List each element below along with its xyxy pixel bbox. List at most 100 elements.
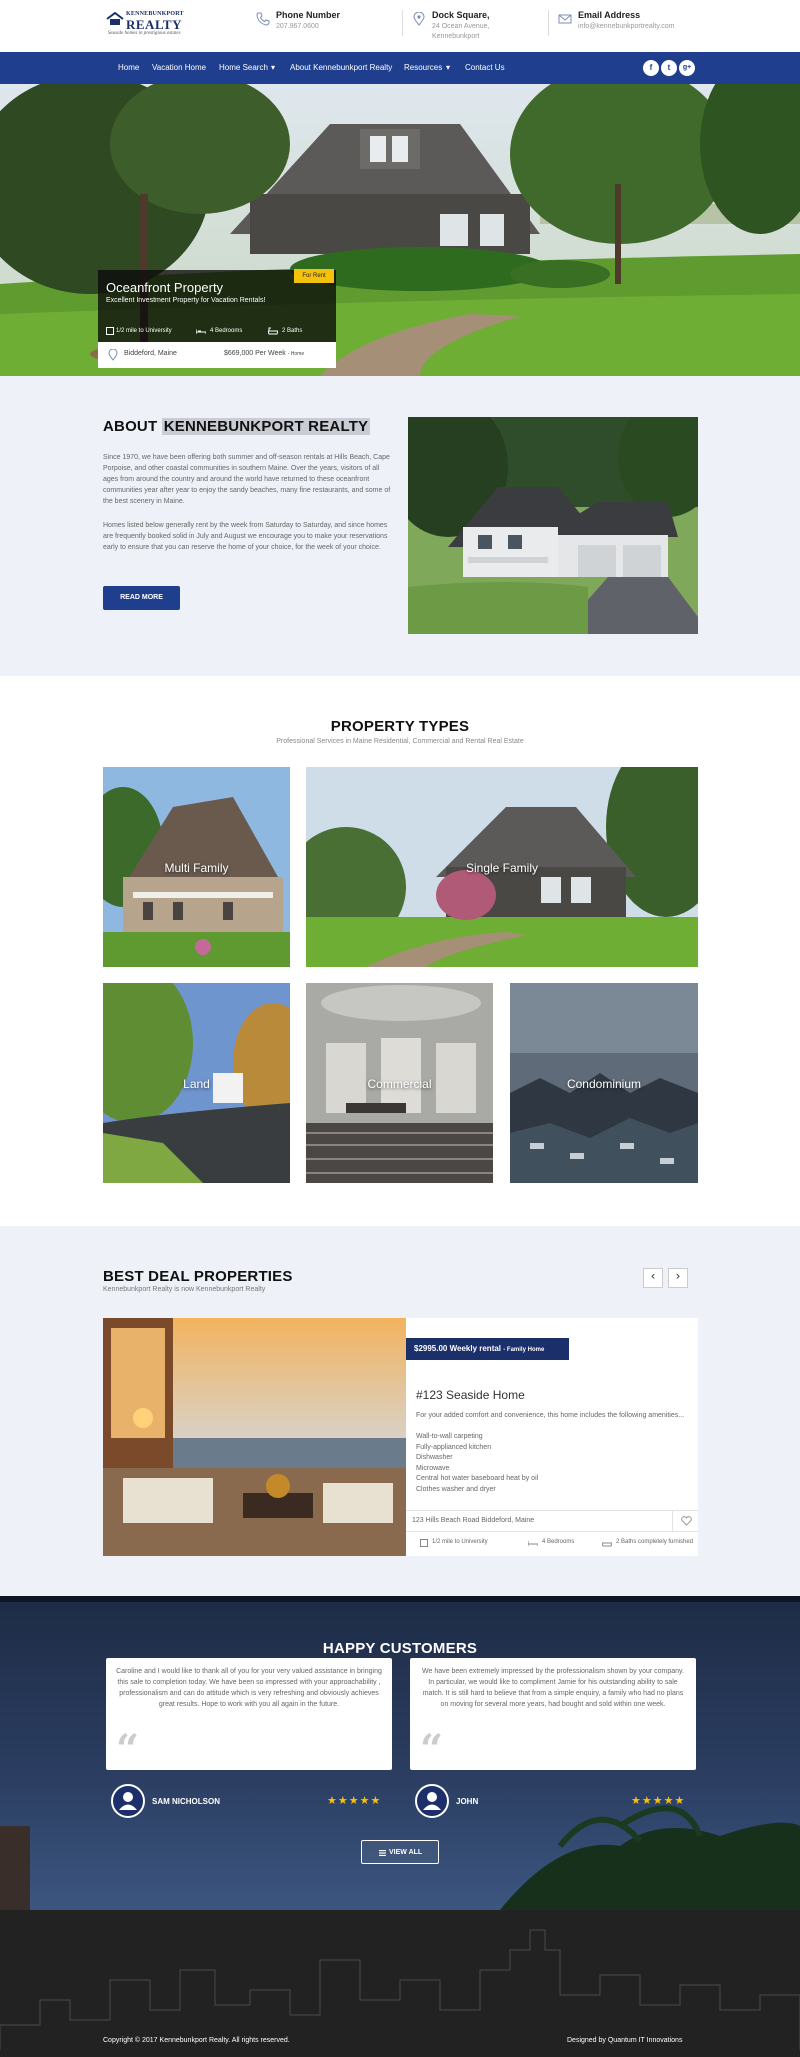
card-footer: Biddeford, Maine $669,000 Per Week - Hom… (98, 342, 336, 368)
heart-icon (681, 1516, 692, 1526)
tile-land[interactable]: Land (103, 983, 290, 1183)
ruler-icon (106, 327, 114, 335)
types-subtitle: Professional Services in Maine Residenti… (276, 738, 524, 745)
favorite-button[interactable] (672, 1511, 698, 1531)
about-house-image (408, 417, 698, 634)
tile-single-family[interactable]: Single Family (306, 767, 698, 967)
tile-condominium[interactable]: Condominium (510, 983, 698, 1183)
address-value: 24 Ocean Avenue, Kennebunkport (432, 23, 490, 40)
divider (406, 1531, 698, 1532)
bath-icon (268, 327, 278, 335)
testimonial-card: We have been extremely impressed by the … (410, 1658, 696, 1770)
bed-icon (528, 1541, 538, 1546)
property-price: $669,000 Per Week - Home (224, 350, 304, 357)
nav-home[interactable]: Home (118, 63, 139, 72)
phone-value: 207.967.0600 (276, 23, 319, 30)
google-plus-icon[interactable]: g+ (679, 60, 695, 76)
hero-banner: Oceanfront Property Excellent Investment… (0, 84, 800, 376)
address-title: Dock Square, (432, 10, 490, 20)
bed-icon (196, 329, 206, 334)
email-contact[interactable]: Email Address info@kennebunkportrealty.c… (558, 10, 708, 46)
read-more-button[interactable]: READ MORE (103, 586, 180, 610)
email-title: Email Address (578, 10, 641, 20)
deal-property-name: #123 Seaside Home (416, 1388, 525, 1402)
address-contact: Dock Square, 24 Ocean Avenue, Kennebunkp… (412, 10, 542, 46)
ruler-icon (420, 1539, 428, 1547)
customer-name: SAM NICHOLSON (152, 1797, 220, 1806)
about-title-highlight: KENNEBUNKPORT REALTY (161, 418, 371, 435)
customer-name: JOHN (456, 1797, 479, 1806)
customers-title: HAPPY CUSTOMERS (322, 1640, 478, 1657)
featured-property-card[interactable]: Oceanfront Property Excellent Investment… (98, 269, 336, 368)
quote-mark-icon: “ (420, 1726, 444, 1773)
twitter-icon[interactable]: t (661, 60, 677, 76)
amenity-item: Fully-applianced kitchen (416, 1443, 492, 1451)
carousel-prev-button[interactable]: ‹ (643, 1268, 663, 1288)
tile-label: Commercial (367, 1077, 432, 1091)
view-all-button[interactable]: VIEW ALL (361, 1840, 439, 1864)
designer-credit-link[interactable]: Designed by Quantum IT Innovations (567, 2037, 682, 2044)
about-paragraph-1: Since 1970, we have been offering both s… (103, 454, 391, 505)
nav-vacation-home[interactable]: Vacation Home (152, 63, 206, 72)
quote-mark-icon: “ (116, 1726, 140, 1773)
map-pin-icon (413, 12, 425, 26)
email-value: info@kennebunkportrealty.com (578, 23, 675, 30)
tile-label: Single Family (465, 861, 539, 875)
price-value: $669,000 Per Week (224, 350, 286, 357)
deal-details-card[interactable]: $2995.00 Weekly rental - Family Home #12… (406, 1318, 698, 1556)
main-nav: Home Vacation Home Home Search ▾ About K… (0, 52, 800, 84)
view-all-label: VIEW ALL (389, 1849, 423, 1856)
logo[interactable]: KENNEBUNKPORT REALTY Seaside homes in pr… (106, 8, 186, 38)
tile-commercial[interactable]: Commercial (306, 983, 493, 1183)
testimonial-quote: We have been extremely impressed by the … (422, 1668, 684, 1708)
property-title: Oceanfront Property (106, 280, 224, 295)
logo-tagline: Seaside homes in prestigious estates (108, 31, 181, 36)
avatar (111, 1784, 145, 1818)
list-icon (379, 1850, 386, 1856)
facebook-icon[interactable]: f (643, 60, 659, 76)
house-logo-icon (106, 12, 124, 25)
feature-bedrooms: 4 Bedrooms (210, 328, 243, 334)
property-subtitle: Excellent Investment Property for Vacati… (106, 297, 266, 304)
property-types-section: PROPERTY TYPES Professional Services in … (0, 676, 800, 1226)
feature-baths: 2 Baths (282, 328, 303, 334)
deal-feature-distance: 1/2 mile to University (432, 1539, 488, 1545)
price-type: - Home (287, 351, 305, 357)
deal-feature-baths: 2 Baths completely furnished (616, 1539, 694, 1545)
tile-multi-family[interactable]: Multi Family (103, 767, 290, 967)
user-icon (423, 1792, 441, 1810)
divider (406, 1510, 698, 1511)
nav-resources[interactable]: Resources (404, 63, 442, 72)
deal-property-image (103, 1318, 406, 1556)
user-icon (119, 1792, 137, 1810)
amenities-list: Wall-to-wall carpeting Fully-applianced … (416, 1432, 538, 1495)
chevron-down-icon: ▾ (446, 63, 451, 72)
map-pin-icon (108, 349, 118, 361)
envelope-icon (558, 14, 572, 24)
phone-contact[interactable]: Phone Number 207.967.0600 (256, 10, 386, 46)
copyright-text: Copyright © 2017 Kennebunkport Realty. A… (103, 2037, 290, 2044)
deals-subtitle: Kennebunkport Realty is now Kennebunkpor… (103, 1286, 266, 1293)
divider (548, 10, 549, 36)
footer: Copyright © 2017 Kennebunkport Realty. A… (0, 1910, 800, 2057)
amenity-item: Microwave (416, 1464, 450, 1472)
nav-contact[interactable]: Contact Us (465, 63, 505, 72)
amenity-item: Dishwasher (416, 1454, 453, 1461)
divider (402, 10, 403, 36)
deal-price: $2995.00 Weekly rental (414, 1344, 502, 1353)
nav-about[interactable]: About Kennebunkport Realty (290, 63, 392, 72)
nav-home-search[interactable]: Home Search (219, 63, 268, 72)
about-paragraph-2: Homes listed below generally rent by the… (103, 522, 388, 551)
city-skyline-outline (0, 1929, 800, 2050)
rating-stars: ★★★★★ (327, 1794, 382, 1807)
tile-label: Multi Family (164, 861, 229, 875)
testimonial-card: Caroline and I would like to thank all o… (106, 1658, 392, 1770)
property-location: Biddeford, Maine (124, 350, 177, 357)
amenity-item: Central hot water baseboard heat by oil (416, 1475, 539, 1482)
deal-price-banner: $2995.00 Weekly rental - Family Home (406, 1338, 569, 1360)
carousel-next-button[interactable]: › (668, 1268, 688, 1288)
about-title: ABOUT KENNEBUNKPORT REALTY (103, 418, 371, 435)
phone-icon (256, 12, 270, 26)
happy-customers-section: HAPPY CUSTOMERS Caroline and I would lik… (0, 1596, 800, 1910)
for-rent-badge: For Rent (294, 269, 334, 283)
